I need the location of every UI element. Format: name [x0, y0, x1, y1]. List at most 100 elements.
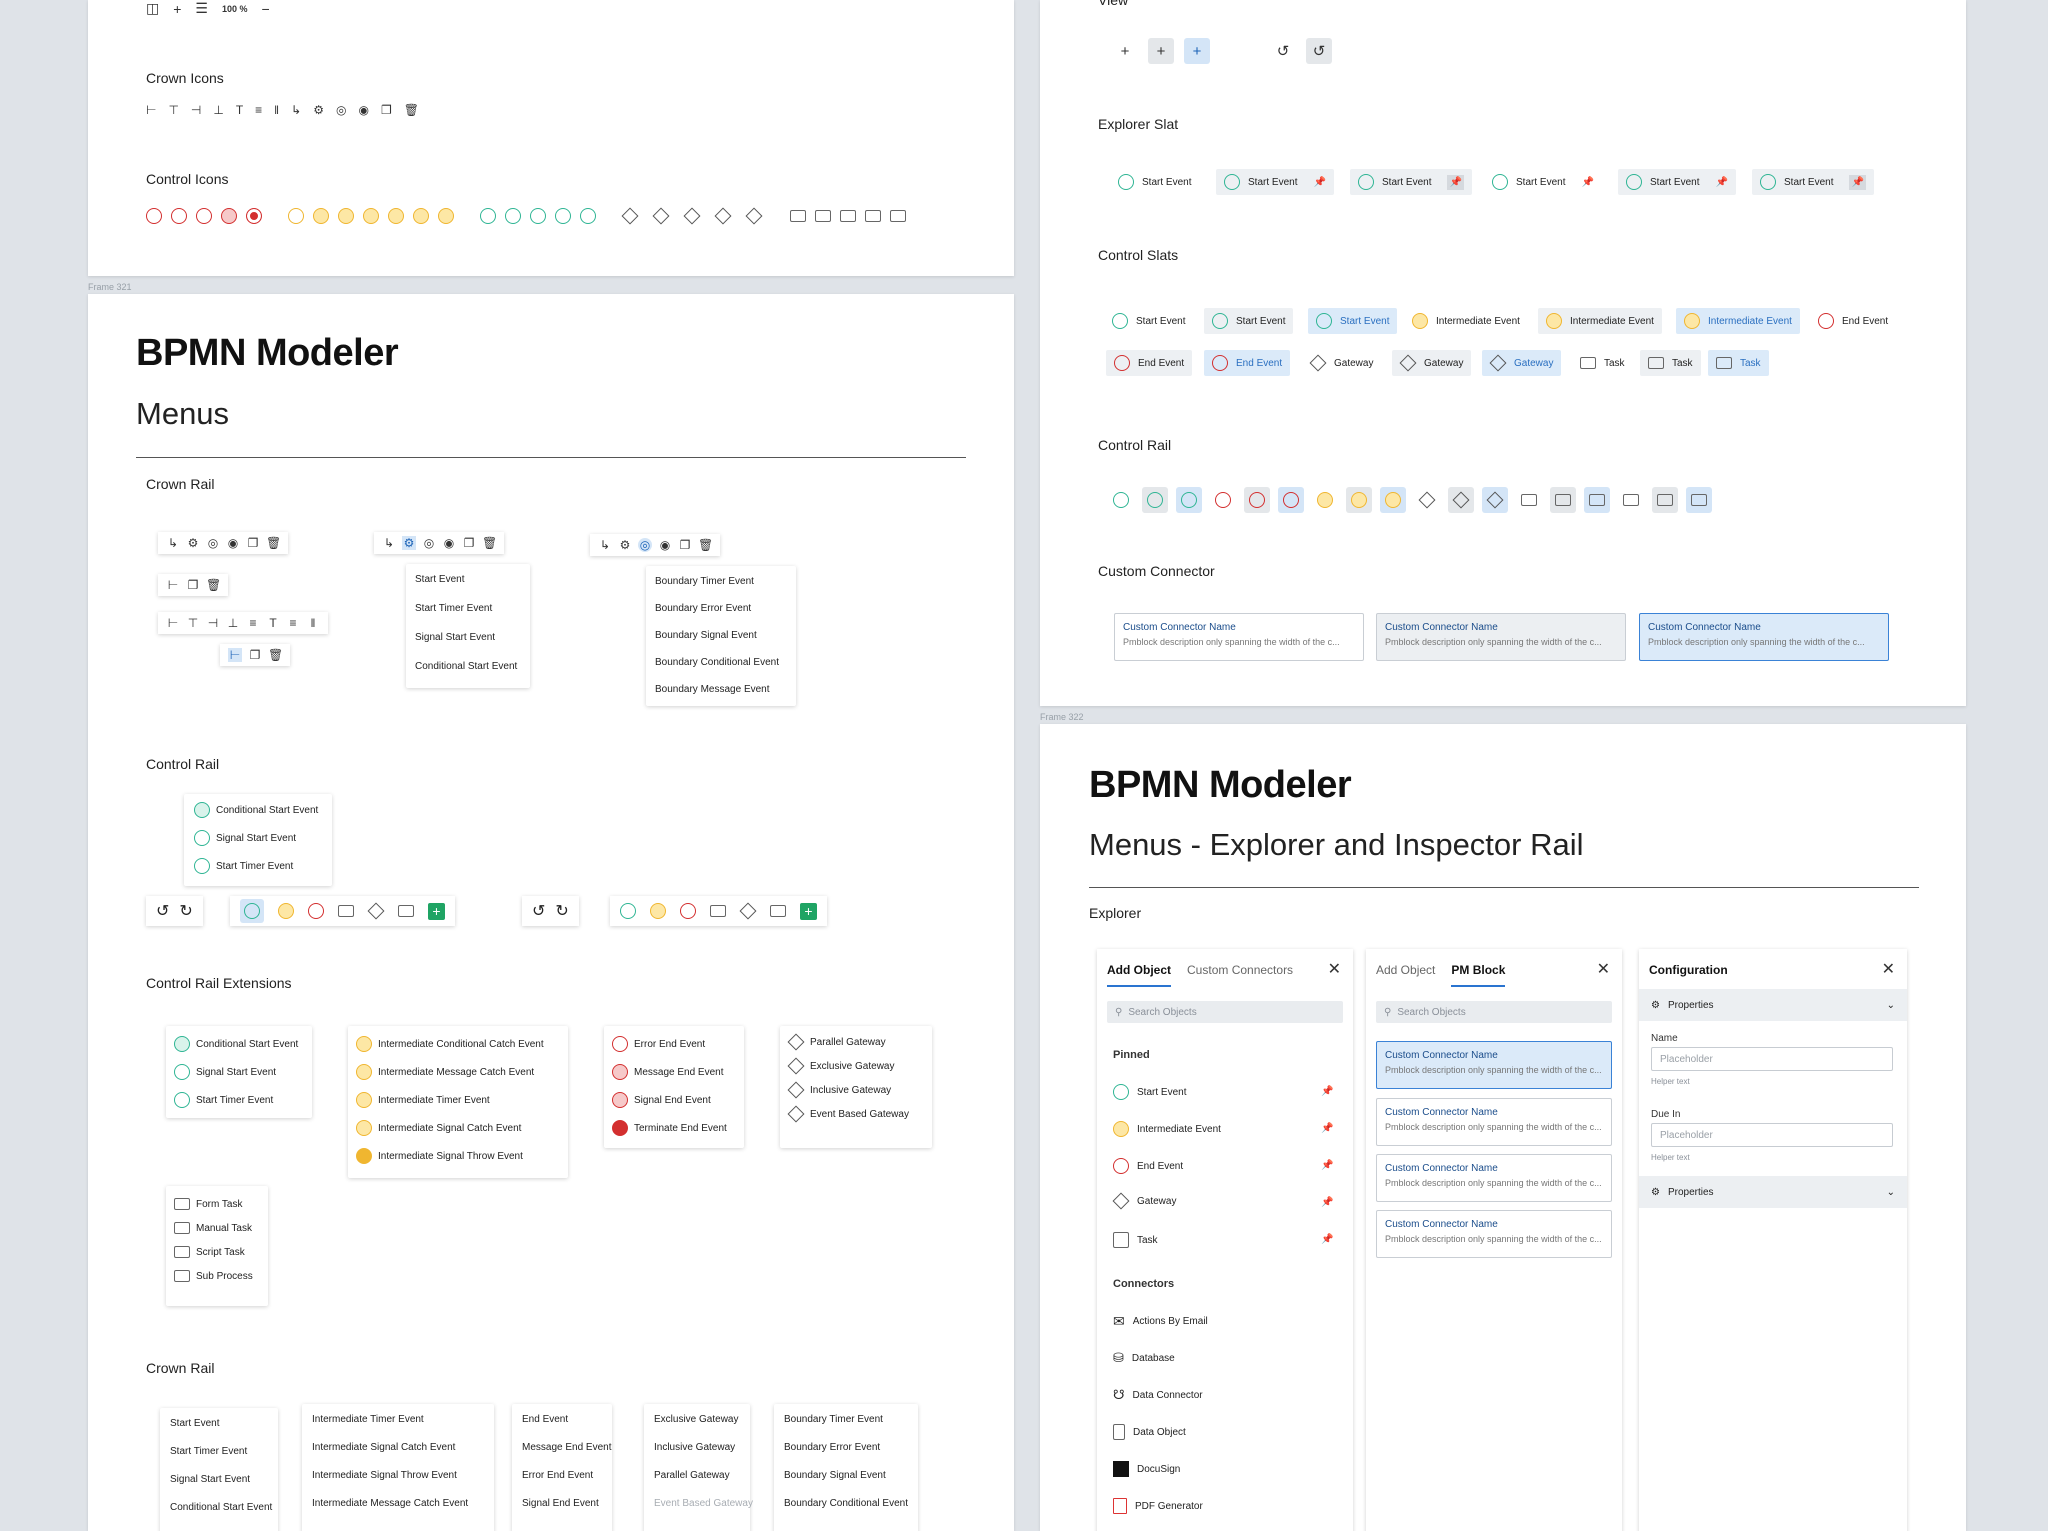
menu-item[interactable]: Message End Event	[522, 1442, 612, 1453]
pm-block-card[interactable]: Custom Connector Name Pmblock description…	[1376, 1210, 1612, 1258]
menu-item[interactable]: Boundary Signal Event	[784, 1470, 908, 1481]
menu-item[interactable]: Conditional Start Event	[170, 1502, 272, 1513]
menu-item[interactable]: Intermediate Signal Catch Event	[356, 1120, 560, 1136]
zoom-in-button[interactable]: +	[1112, 38, 1138, 64]
inclusive-gateway-icon[interactable]	[714, 207, 732, 225]
menu-item[interactable]: Intermediate Timer Event	[312, 1414, 484, 1425]
palette-icon[interactable]: ◉	[358, 103, 368, 117]
trash-icon[interactable]: 🗑	[482, 536, 497, 550]
align-left-icon[interactable]: ⊢	[146, 103, 156, 117]
gear-icon[interactable]: ⚙	[313, 103, 324, 117]
menu-item[interactable]: Start Timer Event	[174, 1092, 304, 1108]
reset-button[interactable]: ↺	[1270, 38, 1296, 64]
intermediate-message-icon[interactable]	[388, 208, 404, 224]
explorer-slat[interactable]: Start Event	[1110, 169, 1199, 195]
control-slat[interactable]: Start Event	[1104, 308, 1193, 334]
connector-icon[interactable]: ↳	[291, 103, 301, 117]
menu-item[interactable]: Boundary Conditional Event	[784, 1498, 908, 1509]
control-slat[interactable]: End Event	[1106, 350, 1193, 376]
align-middle-icon[interactable]: ≡	[255, 103, 262, 117]
start-event-button[interactable]	[240, 899, 264, 923]
menu-item[interactable]: Start Timer Event	[415, 603, 521, 614]
trash-icon[interactable]: 🗑	[266, 536, 281, 550]
reset-hover-button[interactable]: ↺	[1306, 38, 1332, 64]
align-top-icon[interactable]: T	[236, 103, 243, 117]
pinned-item[interactable]: Start Event	[1113, 1084, 1186, 1100]
connector-icon[interactable]: ↳	[166, 536, 180, 550]
menu-item[interactable]: Error End Event	[522, 1470, 602, 1481]
gateway-icon[interactable]	[621, 207, 639, 225]
add-button[interactable]: +	[428, 902, 445, 920]
menu-item[interactable]: Event Based Gateway	[654, 1498, 753, 1509]
connector-item[interactable]: ✉ Actions By Email	[1113, 1313, 1208, 1330]
pin-icon[interactable]: 📌	[1849, 174, 1866, 190]
custom-connector-card[interactable]: Custom Connector Name Pmblock description…	[1114, 613, 1364, 661]
task-state[interactable]	[1516, 487, 1542, 513]
pool-button[interactable]	[398, 905, 414, 917]
pin-icon[interactable]: 📌	[1581, 177, 1593, 188]
tab-pm-block[interactable]: PM Block	[1451, 963, 1506, 987]
menu-item[interactable]: Conditional Start Event	[415, 661, 521, 672]
palette-icon[interactable]: ◉	[226, 536, 240, 550]
align-center-icon[interactable]: ⊤	[186, 616, 200, 630]
menu-item[interactable]: Boundary Signal Event	[655, 630, 787, 641]
end-event-button[interactable]	[680, 903, 696, 919]
message-start-icon[interactable]	[555, 208, 571, 224]
align-bottom-icon[interactable]: ⊥	[226, 616, 240, 630]
task-button[interactable]	[710, 905, 726, 917]
control-slat[interactable]: Task	[1640, 350, 1701, 376]
pm-block-card[interactable]: Custom Connector Name Pmblock description…	[1376, 1154, 1612, 1202]
control-slat[interactable]: Start Event	[1308, 308, 1398, 334]
properties-section[interactable]: ⚙ Properties ⌄	[1639, 989, 1907, 1021]
pool-button[interactable]	[770, 905, 786, 917]
menu-item[interactable]: Signal Start Event	[170, 1474, 268, 1485]
menu-item[interactable]: Boundary Error Event	[655, 603, 787, 614]
pin-icon[interactable]: 📌	[1321, 1123, 1333, 1134]
tab-add-object[interactable]: Add Object	[1376, 963, 1435, 987]
control-slat[interactable]: Start Event	[1204, 308, 1294, 334]
close-icon[interactable]: ✕	[1882, 959, 1895, 979]
redo-icon[interactable]: ↻	[555, 901, 568, 921]
name-input[interactable]: Placeholder	[1651, 1047, 1893, 1071]
menu-item[interactable]: Boundary Message Event	[655, 684, 787, 695]
gear-icon[interactable]: ⚙	[618, 538, 632, 552]
control-slat[interactable]: Task	[1572, 350, 1633, 376]
intermediate-cond2-icon[interactable]	[438, 208, 454, 224]
trash-icon[interactable]: 🗑	[698, 538, 713, 552]
intermediate-conditional-icon[interactable]	[338, 208, 354, 224]
connector-item[interactable]: Data Object	[1113, 1424, 1186, 1440]
menu-item[interactable]: Terminate End Event	[612, 1120, 736, 1136]
pin-icon[interactable]: 📌	[1321, 1234, 1333, 1245]
menu-item[interactable]: Inclusive Gateway	[787, 1081, 924, 1099]
connector-icon[interactable]: ↳	[382, 536, 396, 550]
properties-section-2[interactable]: ⚙ Properties ⌄	[1639, 1176, 1907, 1208]
menu-item[interactable]: Exclusive Gateway	[787, 1057, 924, 1075]
pin-icon[interactable]: 📌	[1715, 177, 1727, 188]
menu-item[interactable]: Signal End Event	[522, 1498, 602, 1509]
menu-item[interactable]: Boundary Error Event	[784, 1442, 908, 1453]
menu-item[interactable]: Intermediate Signal Throw Event	[356, 1148, 560, 1164]
control-slat[interactable]: Gateway	[1482, 350, 1562, 376]
end-state-active[interactable]	[1278, 487, 1304, 513]
target-icon[interactable]: ◎	[206, 536, 220, 550]
start-event-icon[interactable]	[480, 208, 496, 224]
zoom-in-hover-button[interactable]: +	[1148, 38, 1174, 64]
search-input[interactable]: ⚲ Search Objects	[1107, 1001, 1343, 1023]
control-slat[interactable]: Intermediate Event	[1404, 308, 1528, 334]
menu-item[interactable]: Parallel Gateway	[654, 1470, 740, 1481]
connector-item[interactable]: ⛁ Database	[1113, 1350, 1175, 1366]
control-slat[interactable]: Intermediate Event	[1538, 308, 1662, 334]
copy-icon[interactable]: ❐	[678, 538, 692, 552]
gateway-button[interactable]	[367, 902, 385, 920]
close-icon[interactable]: ✕	[1328, 959, 1341, 979]
control-slat[interactable]: Task	[1708, 350, 1769, 376]
tab-add-object[interactable]: Add Object	[1107, 963, 1172, 987]
align-right-icon[interactable]: ⊣	[206, 616, 220, 630]
align-left-icon[interactable]: ⊢	[166, 578, 180, 592]
menu-icon[interactable]: ☰	[195, 0, 208, 17]
sub-process-icon[interactable]	[890, 210, 906, 222]
copy-icon[interactable]: ❐	[248, 648, 262, 662]
gear-icon[interactable]: ⚙	[402, 536, 416, 550]
menu-item[interactable]: Intermediate Signal Throw Event	[312, 1470, 484, 1481]
palette-icon[interactable]: ◉	[658, 538, 672, 552]
